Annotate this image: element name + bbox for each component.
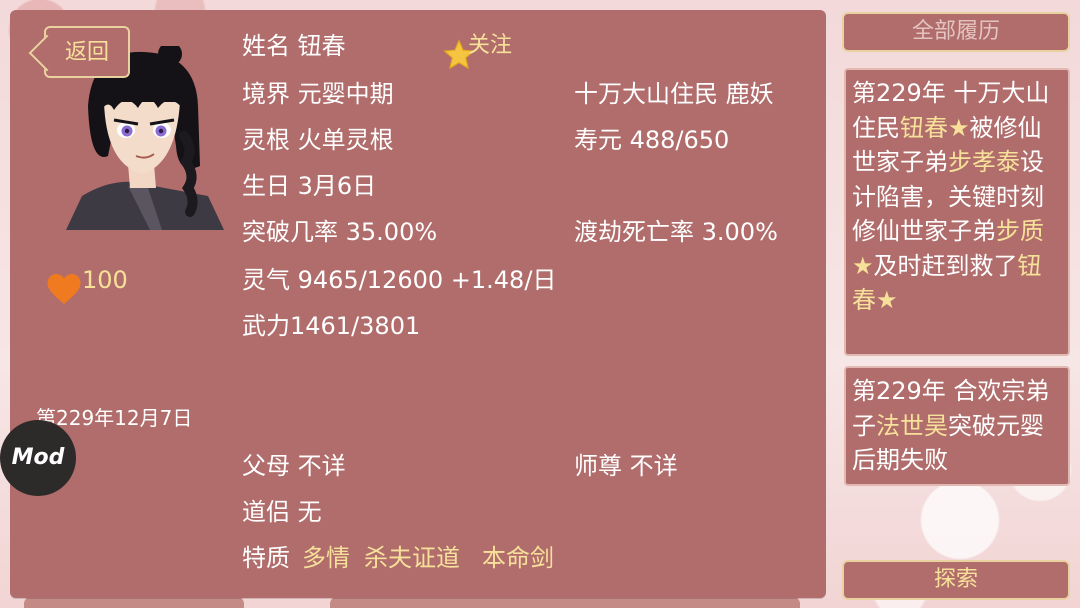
history-name-link[interactable]: 步孝泰 (948, 148, 1020, 176)
name-field: 姓名 钮春 (242, 32, 346, 60)
history-entry: 第229年 十万大山住民钮春★被修仙世家子弟步孝泰设计陷害，关键时刻修仙世家子弟… (844, 68, 1070, 356)
explore-button[interactable]: 探索 (842, 560, 1070, 600)
history-name-link[interactable]: 法世昊 (876, 412, 948, 440)
heart-icon (47, 274, 81, 304)
trait-item[interactable]: 多情 (302, 544, 350, 572)
history-entry: 第229年 合欢宗弟子法世昊突破元婴后期失败 (844, 366, 1070, 486)
character-panel: 返回 姓名 钮春 关注 境界 元婴中期 十万大山住民 鹿妖 灵根 火单灵根 寿元… (10, 10, 826, 598)
partner-field: 道侣 无 (242, 498, 322, 526)
follow-button[interactable]: 关注 (468, 32, 512, 60)
all-history-button[interactable]: 全部履历 (842, 12, 1070, 52)
back-button[interactable]: 返回 (44, 26, 130, 78)
mod-button[interactable]: Mod (0, 420, 76, 496)
breakthrough-chance-field: 突破几率 35.00% (242, 218, 438, 246)
force-field: 武力1461/3801 (242, 312, 421, 340)
realm-field: 境界 元婴中期 (242, 80, 394, 108)
master-field: 师尊 不详 (574, 452, 678, 480)
trait-item[interactable]: 杀夫证道 (364, 544, 460, 572)
spirit-root-field: 灵根 火单灵根 (242, 126, 394, 154)
traits-label: 特质 (242, 544, 290, 572)
history-text: 及时赶到救了 (873, 251, 1018, 280)
parents-field: 父母 不详 (242, 452, 346, 480)
qi-field: 灵气 9465/12600 +1.48/日 (242, 266, 557, 294)
lifespan-field: 寿元 488/650 (574, 126, 730, 154)
identity-field: 十万大山住民 鹿妖 (574, 80, 774, 108)
favor-value: 100 (82, 266, 128, 294)
birthday-field: 生日 3月6日 (242, 172, 377, 200)
trait-item[interactable]: 本命剑 (482, 544, 554, 572)
tribulation-death-rate-field: 渡劫死亡率 3.00% (574, 218, 778, 246)
history-name-link[interactable]: 钮春★ (900, 114, 970, 142)
